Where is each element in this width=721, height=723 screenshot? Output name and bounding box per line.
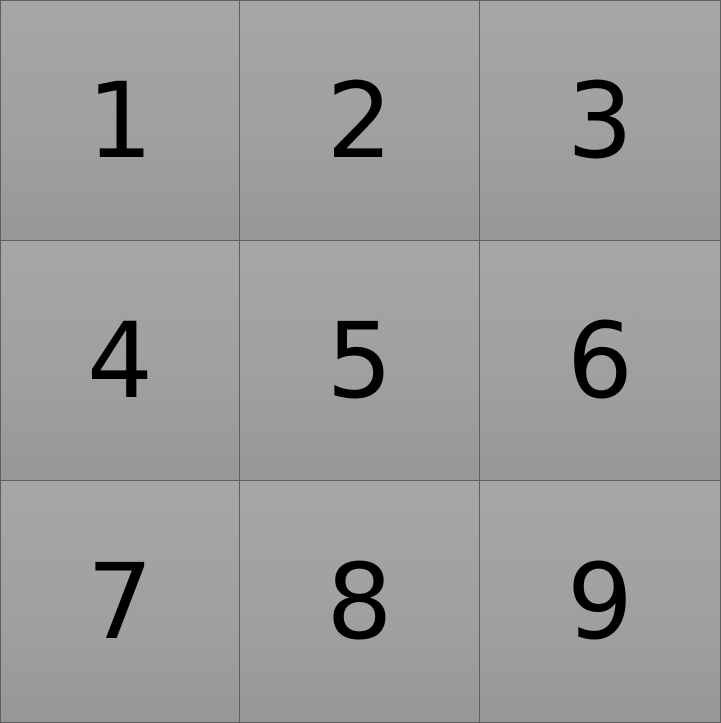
tile-3[interactable]: 3 (480, 1, 721, 241)
tile-number: 4 (86, 299, 154, 422)
tile-6[interactable]: 6 (480, 241, 721, 481)
tile-1[interactable]: 1 (1, 1, 240, 241)
tile-number: 5 (326, 299, 393, 422)
tile-5[interactable]: 5 (240, 241, 480, 481)
tile-number: 9 (566, 540, 634, 663)
tile-2[interactable]: 2 (240, 1, 480, 241)
tile-9[interactable]: 9 (480, 481, 721, 723)
tile-number: 1 (86, 59, 154, 182)
puzzle-board: 1 2 3 4 5 6 7 8 9 (0, 0, 721, 723)
tile-number: 8 (326, 540, 393, 663)
tile-number: 3 (566, 59, 634, 182)
tile-number: 2 (326, 59, 393, 182)
tile-7[interactable]: 7 (1, 481, 240, 723)
tile-4[interactable]: 4 (1, 241, 240, 481)
tile-number: 6 (566, 299, 634, 422)
tile-8[interactable]: 8 (240, 481, 480, 723)
tile-number: 7 (86, 540, 154, 663)
